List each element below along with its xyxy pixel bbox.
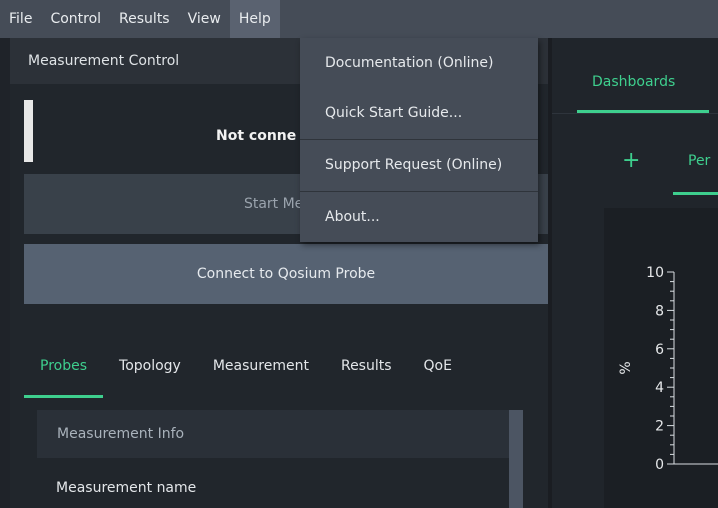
measurement-info-title: Measurement Info	[57, 426, 185, 442]
menubar: File Control Results View Help	[0, 0, 718, 38]
y-tick-label: 10	[646, 265, 664, 281]
menu-item-quick-start[interactable]: Quick Start Guide...	[300, 88, 538, 138]
y-tick-label: 8	[655, 303, 664, 319]
tab-measurement[interactable]: Measurement	[197, 344, 325, 388]
menu-item-documentation[interactable]: Documentation (Online)	[300, 38, 538, 88]
y-tick-label: 6	[655, 342, 664, 358]
menu-item-label: About...	[325, 209, 380, 225]
chart-area: 10 8 6 4 2 0%	[604, 208, 718, 508]
tab-dashboards[interactable]: Dashboards	[592, 74, 675, 90]
tab-topology[interactable]: Topology	[103, 344, 197, 388]
connect-probe-button[interactable]: Connect to Qosium Probe	[24, 244, 548, 304]
measurement-name-label: Measurement name	[56, 480, 197, 496]
tab-qoe[interactable]: QoE	[408, 344, 468, 388]
y-tick-label: 2	[655, 419, 664, 435]
menu-item-about[interactable]: About...	[300, 192, 538, 242]
menu-file[interactable]: File	[0, 0, 41, 38]
tab-divider-line	[552, 113, 718, 114]
percent-chart: 10 8 6 4 2 0%	[618, 265, 718, 473]
info-scrollbar[interactable]	[509, 410, 523, 508]
control-tabs: Probes Topology Measurement Results QoE	[24, 344, 468, 398]
menu-control[interactable]: Control	[41, 0, 110, 38]
menu-results[interactable]: Results	[110, 0, 179, 38]
tab-probes[interactable]: Probes	[24, 344, 104, 398]
menu-item-label: Documentation (Online)	[325, 55, 494, 71]
menu-item-label: Support Request (Online)	[325, 157, 503, 173]
y-axis-label: %	[618, 361, 634, 374]
tab-results[interactable]: Results	[325, 344, 408, 388]
menu-item-support-request[interactable]: Support Request (Online)	[300, 140, 538, 190]
connection-status-text: Not conne	[216, 128, 297, 144]
y-tick-label: 0	[655, 457, 664, 473]
help-dropdown-menu: Documentation (Online) Quick Start Guide…	[300, 38, 538, 242]
menu-view[interactable]: View	[179, 0, 230, 38]
y-tick-label: 4	[655, 380, 664, 396]
per-tab-indicator	[673, 192, 718, 195]
connection-status-indicator	[24, 100, 33, 162]
plus-icon[interactable]: +	[622, 150, 640, 172]
measurement-info-header[interactable]: Measurement Info	[37, 410, 509, 458]
dashboards-panel: Dashboards + Per 10 8 6 4 2 0%	[552, 38, 718, 508]
panel-title: Measurement Control	[28, 53, 180, 69]
menu-item-label: Quick Start Guide...	[325, 105, 463, 121]
tab-per[interactable]: Per	[688, 153, 710, 169]
menu-help[interactable]: Help	[229, 0, 280, 38]
